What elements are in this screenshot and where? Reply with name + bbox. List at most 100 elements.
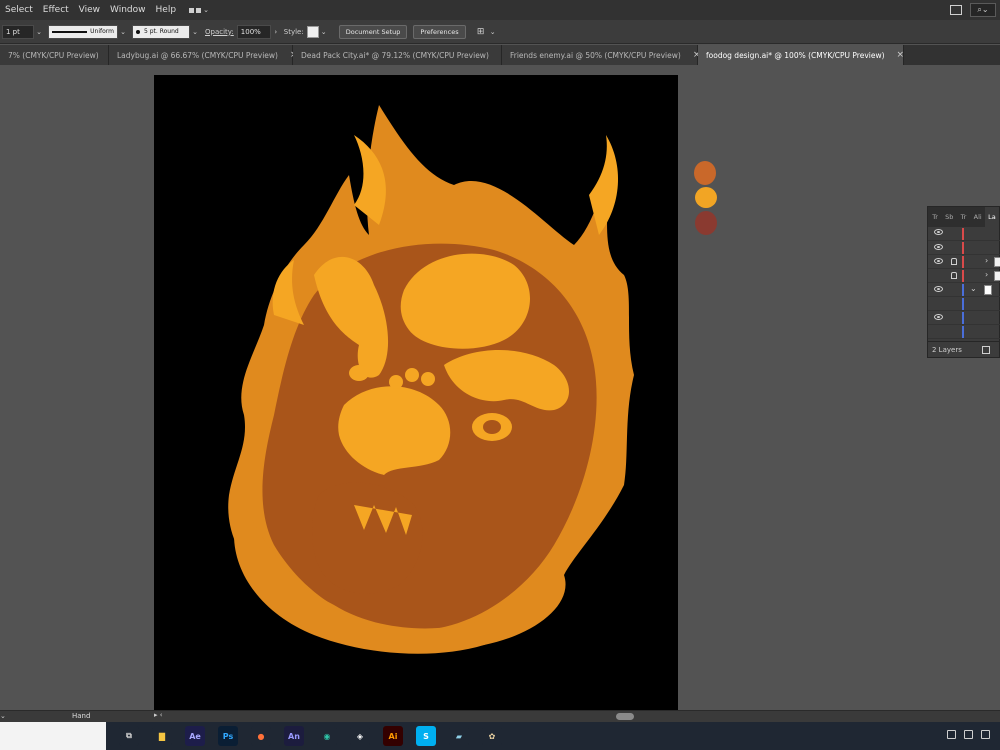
- layer-row[interactable]: [928, 227, 1000, 241]
- layer-thumbnail: [984, 285, 992, 295]
- notes-icon[interactable]: ▰: [449, 726, 469, 746]
- skype-icon[interactable]: S: [416, 726, 436, 746]
- forehead-bead: [405, 368, 419, 382]
- arrange-dropdown-icon[interactable]: ⌄: [488, 25, 498, 39]
- artboard[interactable]: [154, 75, 678, 710]
- layer-color-bar: [962, 326, 964, 338]
- color-swatch-orange[interactable]: [694, 161, 716, 185]
- tray-volume-icon[interactable]: [964, 730, 973, 739]
- tab-foodog-design[interactable]: foodog design.ai* @ 100% (CMYK/CPU Previ…: [698, 45, 904, 65]
- style-dropdown-icon[interactable]: ⌄: [319, 25, 329, 39]
- graphic-style-swatch[interactable]: [306, 25, 319, 38]
- eye-icon[interactable]: [934, 286, 943, 292]
- opacity-field[interactable]: 100%: [236, 24, 271, 39]
- tab-label: Dead Pack City.ai* @ 79.12% (CMYK/CPU Pr…: [301, 50, 489, 60]
- file-explorer-icon[interactable]: ▇: [152, 726, 172, 746]
- horizontal-scrollbar-thumb[interactable]: [616, 713, 634, 720]
- forehead-bead: [389, 375, 403, 389]
- panel-tab-layers[interactable]: La: [984, 207, 1000, 227]
- layer-row[interactable]: [928, 241, 1000, 255]
- panel-tab-strip: Tr Sb Tr Ali La: [928, 207, 1000, 227]
- menu-help[interactable]: Help: [151, 0, 182, 20]
- chevron-right-icon[interactable]: ›: [985, 256, 988, 265]
- illustrator-icon[interactable]: Ai: [383, 726, 403, 746]
- menu-effect[interactable]: Effect: [38, 0, 74, 20]
- menu-bar: Select Effect View Window Help ⌄ ⌕⌄: [0, 0, 1000, 20]
- menu-view[interactable]: View: [74, 0, 105, 20]
- layer-row[interactable]: ›: [928, 255, 1000, 269]
- layer-color-bar: [962, 256, 964, 268]
- menu-select[interactable]: Select: [0, 0, 38, 20]
- capcut-icon[interactable]: ◈: [350, 726, 370, 746]
- brush-dropdown-icon[interactable]: ⌄: [190, 25, 200, 39]
- system-tray: [947, 730, 990, 739]
- stroke-weight-dropdown-icon[interactable]: ⌄: [34, 25, 44, 39]
- after-effects-icon[interactable]: Ae: [185, 726, 205, 746]
- tab-ladybug[interactable]: Ladybug.ai @ 66.67% (CMYK/CPU Preview)×: [109, 45, 298, 65]
- tab-label: foodog design.ai* @ 100% (CMYK/CPU Previ…: [706, 50, 885, 60]
- color-swatch-yellow[interactable]: [695, 187, 717, 208]
- eye-icon[interactable]: [934, 229, 943, 235]
- stroke-profile-field[interactable]: Uniform: [48, 24, 118, 39]
- layer-row[interactable]: [928, 311, 1000, 325]
- eye-icon[interactable]: [934, 244, 943, 250]
- photoshop-icon[interactable]: Ps: [218, 726, 238, 746]
- arrange-icon[interactable]: ⊞: [474, 25, 488, 39]
- layer-row[interactable]: [928, 297, 1000, 311]
- tab-label: Friends enemy.ai @ 50% (CMYK/CPU Preview…: [510, 50, 681, 60]
- tab-dead-pack-city[interactable]: Dead Pack City.ai* @ 79.12% (CMYK/CPU Pr…: [293, 45, 508, 65]
- stroke-profile-dropdown-icon[interactable]: ⌄: [118, 25, 128, 39]
- taskbar-apps: ⧉ ▇ Ae Ps ● An ◉ ◈ Ai S ▰ ✿: [106, 726, 502, 746]
- chevron-right-icon[interactable]: ›: [985, 270, 988, 279]
- brush-label: 5 pt. Round: [144, 28, 179, 35]
- stroke-weight-field[interactable]: 1 pt: [2, 24, 34, 39]
- preferences-button[interactable]: Preferences: [413, 24, 466, 39]
- close-icon[interactable]: ×: [897, 50, 905, 60]
- eye-icon[interactable]: [934, 258, 943, 264]
- layer-row[interactable]: ⌄: [928, 283, 1000, 297]
- brush-definition-field[interactable]: 5 pt. Round: [132, 24, 190, 39]
- task-view-icon[interactable]: ⧉: [119, 726, 139, 746]
- workspace-switcher-icon[interactable]: ⌄: [189, 3, 211, 17]
- tab-label: 7% (CMYK/CPU Preview): [8, 50, 99, 60]
- document-setup-button[interactable]: Document Setup: [338, 24, 408, 39]
- animate-icon[interactable]: An: [284, 726, 304, 746]
- zoom-dropdown-icon[interactable]: ⌄: [0, 712, 6, 722]
- search-icon[interactable]: ⌕⌄: [970, 3, 996, 17]
- scroll-arrows-icon[interactable]: ▸ ‹: [154, 711, 163, 719]
- taskbar-search-box[interactable]: [0, 722, 106, 750]
- tray-battery-icon[interactable]: [981, 730, 990, 739]
- opacity-arrow-icon[interactable]: ›: [271, 25, 281, 39]
- current-tool-label: Hand: [72, 712, 91, 720]
- tab-label: Ladybug.ai @ 66.67% (CMYK/CPU Preview): [117, 50, 278, 60]
- layers-count: 2 Layers: [932, 345, 962, 354]
- layer-thumbnail: [994, 257, 1000, 267]
- forehead-bead: [421, 372, 435, 386]
- panel-tab-symbols[interactable]: Sb: [942, 213, 956, 221]
- tab-friends-enemy[interactable]: Friends enemy.ai @ 50% (CMYK/CPU Preview…: [502, 45, 700, 65]
- firefox-icon[interactable]: ●: [251, 726, 271, 746]
- lock-icon[interactable]: [951, 258, 957, 265]
- chevron-down-icon[interactable]: ⌄: [970, 284, 977, 293]
- layers-footer: 2 Layers: [928, 341, 1000, 357]
- lock-icon[interactable]: [951, 272, 957, 279]
- windows-taskbar: ⧉ ▇ Ae Ps ● An ◉ ◈ Ai S ▰ ✿: [0, 722, 1000, 750]
- layer-row[interactable]: [928, 325, 1000, 339]
- arrange-documents-icon[interactable]: [950, 5, 962, 15]
- document-tab-bar: 7% (CMYK/CPU Preview)× Ladybug.ai @ 66.6…: [0, 45, 1000, 65]
- menu-window[interactable]: Window: [105, 0, 151, 20]
- edge-icon[interactable]: ◉: [317, 726, 337, 746]
- control-bar: 1 pt ⌄ Uniform ⌄ 5 pt. Round ⌄ Opacity: …: [0, 20, 1000, 44]
- opacity-label: Opacity:: [205, 27, 234, 36]
- tray-network-icon[interactable]: [947, 730, 956, 739]
- eye-icon[interactable]: [934, 314, 943, 320]
- panel-tab-transform[interactable]: Tr: [956, 213, 970, 221]
- color-swatch-brown[interactable]: [695, 211, 717, 235]
- export-icon[interactable]: [981, 345, 990, 354]
- layer-color-bar: [962, 270, 964, 282]
- tab-document-1[interactable]: 7% (CMYK/CPU Preview)×: [0, 45, 118, 65]
- panel-tab-transparency[interactable]: Tr: [928, 213, 942, 221]
- layer-row[interactable]: ›: [928, 269, 1000, 283]
- panel-tab-align[interactable]: Ali: [971, 213, 985, 221]
- paint-icon[interactable]: ✿: [482, 726, 502, 746]
